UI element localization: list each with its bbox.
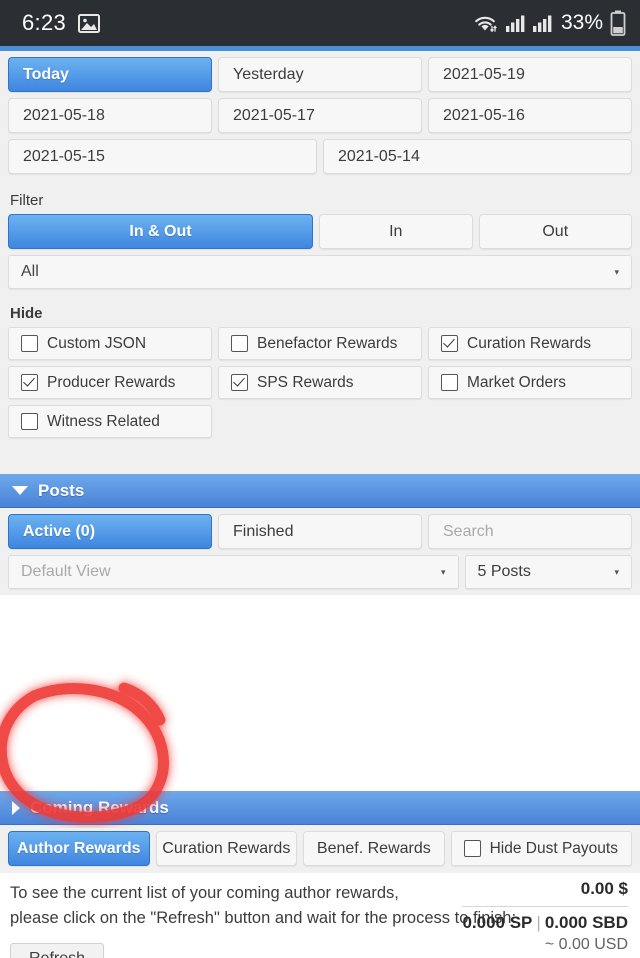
filter-mode-out[interactable]: Out (478, 214, 632, 249)
hide-option-custom-json[interactable]: Custom JSON (8, 327, 212, 360)
hide-option-market-orders[interactable]: Market Orders (428, 366, 632, 399)
image-icon (78, 13, 101, 33)
tab-finished-posts[interactable]: Finished (218, 514, 422, 549)
hide-option-witness-related[interactable]: Witness Related (8, 405, 212, 438)
amount-divider (462, 906, 628, 907)
amount-usd: ~ 0.00 USD (544, 936, 628, 953)
amount-sbd: 0.000 SBD (544, 913, 628, 932)
posts-section-header[interactable]: Posts (0, 474, 640, 508)
hide-row-1: Custom JSON Benefactor Rewards Curation … (8, 327, 632, 360)
posts-controls: Active (0) Finished Search Default View … (0, 508, 640, 595)
posts-count-select[interactable]: 5 Posts ▾ (464, 555, 632, 589)
amount-breakdown: 0.000 SP | 0.000 SBD (462, 913, 628, 933)
section-gap (0, 452, 640, 474)
coming-rewards-tab-row: Author Rewards Curation Rewards Benef. R… (8, 831, 633, 866)
date-button-2021-05-14[interactable]: 2021-05-14 (323, 139, 632, 174)
signal-bars-icon (532, 14, 552, 33)
filter-mode-in-and-out[interactable]: In & Out (8, 214, 313, 249)
status-bar-right: 33% (473, 10, 626, 36)
hide-option-benefactor-rewards[interactable]: Benefactor Rewards (218, 327, 422, 360)
tab-benef-rewards[interactable]: Benef. Rewards (303, 831, 445, 866)
date-button-2021-05-15[interactable]: 2021-05-15 (8, 139, 317, 174)
hide-option-producer-rewards[interactable]: Producer Rewards (8, 366, 212, 399)
hide-option-curation-rewards[interactable]: Curation Rewards (428, 327, 632, 360)
wifi-icon (473, 13, 498, 34)
amount-total: 0.00 $ (580, 879, 628, 898)
filter-mode-in[interactable]: In (319, 214, 473, 249)
clock: 6:23 (22, 10, 67, 35)
status-bar-left: 6:23 (22, 10, 101, 36)
refresh-button-label: Refresh (10, 943, 105, 958)
signal-bars-icon (505, 14, 525, 33)
hide-row-3: Witness Related (8, 405, 632, 438)
status-bar: 6:23 33% (0, 0, 640, 46)
date-button-yesterday[interactable]: Yesterday (218, 57, 422, 92)
hide-spacer (218, 405, 422, 438)
tab-author-rewards[interactable]: Author Rewards (8, 831, 150, 866)
amount-sp: 0.000 SP (462, 913, 533, 932)
posts-empty-content (0, 595, 640, 791)
date-button-2021-05-17[interactable]: 2021-05-17 (218, 98, 422, 133)
filter-type-select[interactable]: All ▾ (8, 255, 632, 289)
posts-header-label: Posts (38, 480, 85, 500)
posts-search-input[interactable]: Search (428, 514, 632, 549)
coming-rewards-tabs: Author Rewards Curation Rewards Benef. R… (0, 825, 640, 873)
triangle-right-icon (12, 800, 20, 815)
date-picker-panel: Today Yesterday 2021-05-19 2021-05-18 20… (0, 51, 640, 188)
date-button-today[interactable]: Today (8, 57, 212, 92)
amount-separator: | (536, 913, 541, 932)
posts-tab-row: Active (0) Finished Search (8, 514, 632, 549)
filter-mode-row: In & Out In Out (8, 214, 632, 249)
coming-rewards-section-header[interactable]: Coming Rewards (0, 791, 640, 825)
date-button-2021-05-16[interactable]: 2021-05-16 (428, 98, 632, 133)
hide-panel: Hide Custom JSON Benefactor Rewards Cura… (0, 297, 640, 452)
hide-option-label: Producer Rewards (47, 373, 176, 391)
filter-label: Filter (10, 192, 44, 209)
hide-row-2: Producer Rewards SPS Rewards Market Orde… (8, 366, 632, 399)
tab-active-posts[interactable]: Active (0) (8, 514, 212, 549)
checkbox-icon[interactable] (463, 840, 481, 857)
hide-option-label: Market Orders (467, 373, 567, 391)
coming-rewards-header-label: Coming Rewards (30, 797, 169, 817)
app-screen: 6:23 33% Today Yesterday 2021-05-19 2021… (0, 0, 640, 958)
coming-rewards-body: To see the current list of your coming a… (0, 873, 640, 958)
hide-label: Hide (10, 305, 43, 322)
filter-type-value: All (21, 263, 39, 280)
chevron-down-icon: ▾ (614, 566, 619, 577)
checkbox-checked-icon[interactable] (231, 374, 248, 391)
hide-dust-payouts-option[interactable]: Hide Dust Payouts (450, 831, 633, 866)
rewards-amounts: 0.00 $ 0.000 SP | 0.000 SBD ~ 0.00 USD (462, 879, 628, 954)
tab-curation-rewards[interactable]: Curation Rewards (155, 831, 298, 866)
hide-option-label: Benefactor Rewards (257, 334, 398, 352)
hide-option-label: Custom JSON (47, 334, 147, 352)
checkbox-icon[interactable] (21, 413, 38, 430)
battery-icon (610, 10, 626, 36)
checkbox-checked-icon[interactable] (21, 374, 38, 391)
filter-panel: Filter In & Out In Out All ▾ (0, 188, 640, 297)
checkbox-checked-icon[interactable] (441, 335, 458, 352)
chevron-down-icon: ▾ (440, 566, 446, 577)
chevron-down-icon: ▾ (614, 266, 619, 277)
checkbox-icon[interactable] (21, 335, 38, 352)
date-button-2021-05-18[interactable]: 2021-05-18 (8, 98, 212, 133)
posts-view-row: Default View ▾ 5 Posts ▾ (8, 555, 632, 589)
checkbox-icon[interactable] (231, 335, 248, 352)
posts-view-select[interactable]: Default View ▾ (8, 555, 459, 589)
triangle-down-icon (12, 486, 28, 495)
checkbox-icon[interactable] (441, 374, 458, 391)
battery-percent: 33% (560, 11, 603, 34)
hide-option-sps-rewards[interactable]: SPS Rewards (218, 366, 422, 399)
date-row-2: 2021-05-18 2021-05-17 2021-05-16 (8, 98, 632, 133)
date-row-3: 2021-05-15 2021-05-14 (8, 139, 632, 174)
posts-count-value: 5 Posts (477, 563, 531, 580)
hide-dust-payouts-label: Hide Dust Payouts (489, 839, 618, 857)
posts-view-value: Default View (21, 563, 111, 580)
date-row-1: Today Yesterday 2021-05-19 (8, 57, 632, 92)
hide-option-label: Witness Related (47, 412, 160, 430)
hide-option-label: SPS Rewards (257, 373, 354, 391)
hide-option-label: Curation Rewards (467, 334, 592, 352)
hide-spacer (428, 405, 632, 438)
date-button-2021-05-19[interactable]: 2021-05-19 (428, 57, 632, 92)
